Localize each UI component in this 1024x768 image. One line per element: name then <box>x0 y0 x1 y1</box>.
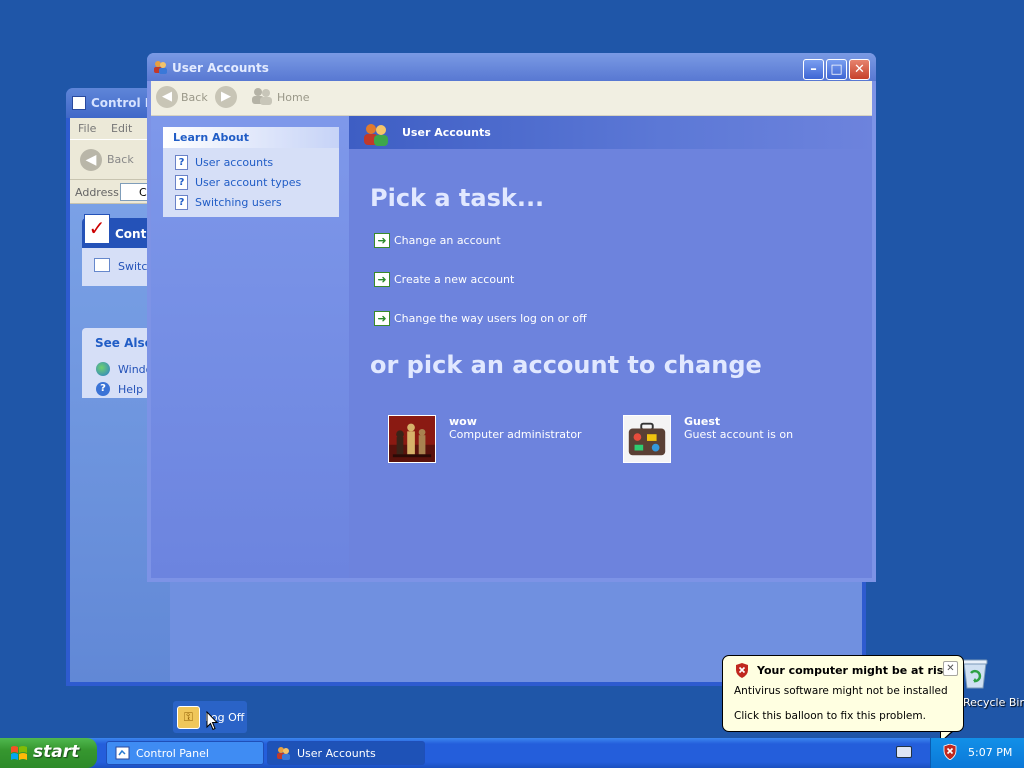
close-icon: ✕ <box>854 62 865 77</box>
address-label: Address <box>75 186 119 199</box>
system-tray: 5:07 PM <box>930 738 1024 768</box>
windows-logo-icon <box>11 746 27 760</box>
close-icon: ✕ <box>946 663 955 674</box>
help-topic-icon: ? <box>175 175 188 190</box>
user-accounts-title: User Accounts <box>172 61 269 75</box>
green-arrow-icon: ➜ <box>374 233 390 248</box>
help-icon: ? <box>96 382 110 396</box>
user-accounts-header-title: User Accounts <box>402 126 491 139</box>
control-panel-icon <box>115 746 130 760</box>
address-value: C <box>139 186 147 199</box>
account-name[interactable]: Guest <box>684 415 720 428</box>
balloon-close-button[interactable]: ✕ <box>943 661 958 676</box>
maximize-button[interactable]: □ <box>826 59 847 80</box>
user-accounts-main: User Accounts Pick a task... ➜ Change an… <box>349 116 872 578</box>
control-panel-title: Control P <box>91 96 154 110</box>
account-description: Computer administrator <box>449 428 582 441</box>
keyboard-icon[interactable] <box>896 746 912 758</box>
switch-view-icon <box>94 258 110 272</box>
taskbar: start Control Panel User Accounts 5:07 P… <box>0 738 1024 768</box>
key-icon: ⚿ <box>177 706 200 729</box>
start-button[interactable]: start <box>0 738 97 768</box>
pick-task-heading: Pick a task... <box>370 184 545 212</box>
minimize-button[interactable]: – <box>803 59 824 80</box>
back-arrow-icon[interactable]: ◀ <box>156 86 178 108</box>
chess-pieces-avatar[interactable] <box>388 415 436 463</box>
minimize-icon: – <box>810 62 817 77</box>
learn-about-link-user-accounts[interactable]: User accounts <box>195 156 273 169</box>
help-topic-icon: ? <box>175 155 188 170</box>
windows-update-icon <box>96 362 110 376</box>
maximize-icon: □ <box>830 62 843 77</box>
task-label[interactable]: Create a new account <box>394 273 514 286</box>
user-accounts-sidebar: Learn About ? User accounts ? User accou… <box>151 116 349 578</box>
learn-about-panel: Learn About ? User accounts ? User accou… <box>163 127 339 217</box>
account-name[interactable]: wow <box>449 415 477 428</box>
balloon-title[interactable]: Your computer might be at risk <box>757 664 951 677</box>
suitcase-avatar[interactable] <box>623 415 671 463</box>
menu-file[interactable]: File <box>78 122 96 135</box>
security-center-icon[interactable] <box>943 744 957 760</box>
taskbar-button-label[interactable]: User Accounts <box>297 747 376 760</box>
recycle-bin-icon[interactable] <box>961 657 989 689</box>
user-accounts-icon <box>154 61 167 74</box>
menu-edit[interactable]: Edit <box>111 122 132 135</box>
learn-about-link-account-types[interactable]: User account types <box>195 176 301 189</box>
mouse-cursor-icon <box>206 711 218 731</box>
learn-about-link-switching-users[interactable]: Switching users <box>195 196 282 209</box>
user-accounts-header-icon <box>364 124 388 146</box>
back-button-label[interactable]: Back <box>181 91 208 104</box>
help-topic-icon: ? <box>175 195 188 210</box>
user-accounts-icon <box>277 747 290 760</box>
home-icon[interactable] <box>251 87 273 105</box>
see-also-title: See Also <box>95 336 153 350</box>
start-label[interactable]: start <box>33 742 79 762</box>
green-arrow-icon: ➜ <box>374 272 390 287</box>
task-label[interactable]: Change the way users log on or off <box>394 312 587 325</box>
close-button[interactable]: ✕ <box>849 59 870 80</box>
clock[interactable]: 5:07 PM <box>968 746 1012 759</box>
taskbar-button-control-panel[interactable]: Control Panel <box>106 741 264 765</box>
control-panel-icon <box>72 96 86 110</box>
security-shield-icon <box>736 663 748 678</box>
user-accounts-titlebar[interactable]: User Accounts – □ ✕ <box>147 53 876 81</box>
control-panel-back-label[interactable]: Back <box>107 153 134 166</box>
back-arrow-icon[interactable]: ◀ <box>80 149 102 171</box>
account-description: Guest account is on <box>684 428 794 441</box>
security-balloon[interactable]: Your computer might be at risk ✕ Antivir… <box>722 655 964 732</box>
user-accounts-header: User Accounts <box>349 116 872 149</box>
balloon-instruction[interactable]: Click this balloon to fix this problem. <box>734 710 926 722</box>
taskbar-button-user-accounts[interactable]: User Accounts <box>267 741 425 765</box>
forward-arrow-icon[interactable]: ▶ <box>215 86 237 108</box>
taskbar-button-label[interactable]: Control Panel <box>136 747 209 760</box>
recycle-bin-label[interactable]: Recycle Bin <box>963 696 1024 709</box>
user-accounts-window[interactable]: User Accounts – □ ✕ ◀ Back ▶ Home Learn … <box>147 53 876 582</box>
green-arrow-icon: ➜ <box>374 311 390 326</box>
home-button-label[interactable]: Home <box>277 91 309 104</box>
balloon-message[interactable]: Antivirus software might not be installe… <box>734 685 948 697</box>
learn-about-title: Learn About <box>173 131 250 144</box>
checklist-icon: ✓ <box>84 214 110 244</box>
user-accounts-toolbar: ◀ Back ▶ Home <box>151 81 872 116</box>
learn-about-header: Learn About <box>163 127 339 148</box>
pick-account-heading: or pick an account to change <box>370 351 762 379</box>
task-label[interactable]: Change an account <box>394 234 501 247</box>
